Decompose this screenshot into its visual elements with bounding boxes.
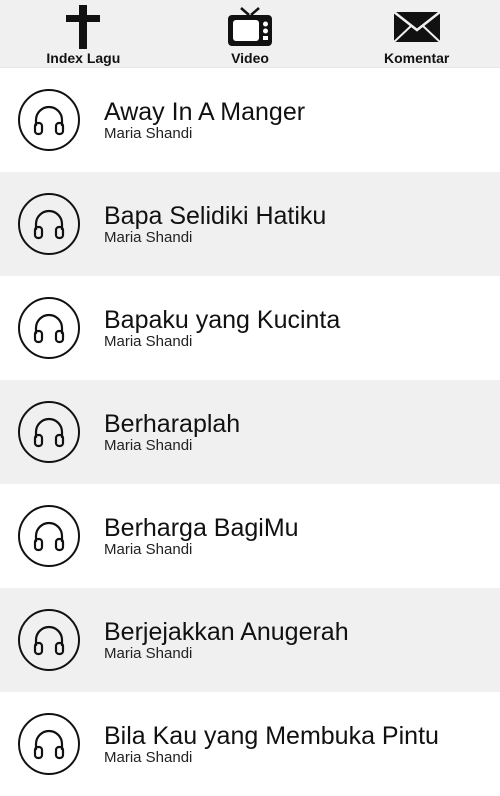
song-artist: Maria Shandi xyxy=(104,124,193,142)
nav-label-komentar: Komentar xyxy=(384,50,450,66)
song-artist: Maria Shandi xyxy=(104,332,193,350)
song-title: Bila Kau yang Membuka Pintu xyxy=(104,721,439,750)
nav-index-lagu[interactable]: Index Lagu xyxy=(0,0,167,67)
headphones-icon xyxy=(18,401,80,463)
song-title: Bapaku yang Kucinta xyxy=(104,305,341,334)
song-title: Berjejakkan Anugerah xyxy=(104,617,349,646)
nav-label-video: Video xyxy=(231,50,269,66)
song-title: Berharaplah xyxy=(104,409,241,438)
envelope-icon xyxy=(392,4,441,50)
top-nav: Index Lagu Video Komentar xyxy=(0,0,500,68)
headphones-icon xyxy=(18,297,80,359)
song-artist: Maria Shandi xyxy=(104,228,193,246)
song-row[interactable]: Bila Kau yang Membuka Pintu Maria Shandi xyxy=(0,692,500,796)
headphones-icon xyxy=(18,713,80,775)
song-row[interactable]: Bapaku yang Kucinta Maria Shandi xyxy=(0,276,500,380)
headphones-icon xyxy=(18,193,80,255)
song-title: Berharga BagiMu xyxy=(104,513,299,542)
headphones-icon xyxy=(18,89,80,151)
song-row[interactable]: Berjejakkan Anugerah Maria Shandi xyxy=(0,588,500,692)
song-title: Bapa Selidiki Hatiku xyxy=(104,201,327,230)
song-artist: Maria Shandi xyxy=(104,748,193,766)
song-row[interactable]: Bapa Selidiki Hatiku Maria Shandi xyxy=(0,172,500,276)
song-title: Away In A Manger xyxy=(104,97,306,126)
song-artist: Maria Shandi xyxy=(104,644,193,662)
song-row[interactable]: Berharaplah Maria Shandi xyxy=(0,380,500,484)
cross-icon xyxy=(66,4,101,50)
song-artist: Maria Shandi xyxy=(104,436,193,454)
tv-icon xyxy=(226,4,274,50)
song-row[interactable]: Away In A Manger Maria Shandi xyxy=(0,68,500,172)
headphones-icon xyxy=(18,505,80,567)
song-list: Away In A Manger Maria Shandi Bapa Selid… xyxy=(0,68,500,796)
nav-komentar[interactable]: Komentar xyxy=(333,0,500,67)
nav-video[interactable]: Video xyxy=(167,0,334,67)
nav-label-index-lagu: Index Lagu xyxy=(46,50,121,66)
song-artist: Maria Shandi xyxy=(104,540,193,558)
song-row[interactable]: Berharga BagiMu Maria Shandi xyxy=(0,484,500,588)
headphones-icon xyxy=(18,609,80,671)
